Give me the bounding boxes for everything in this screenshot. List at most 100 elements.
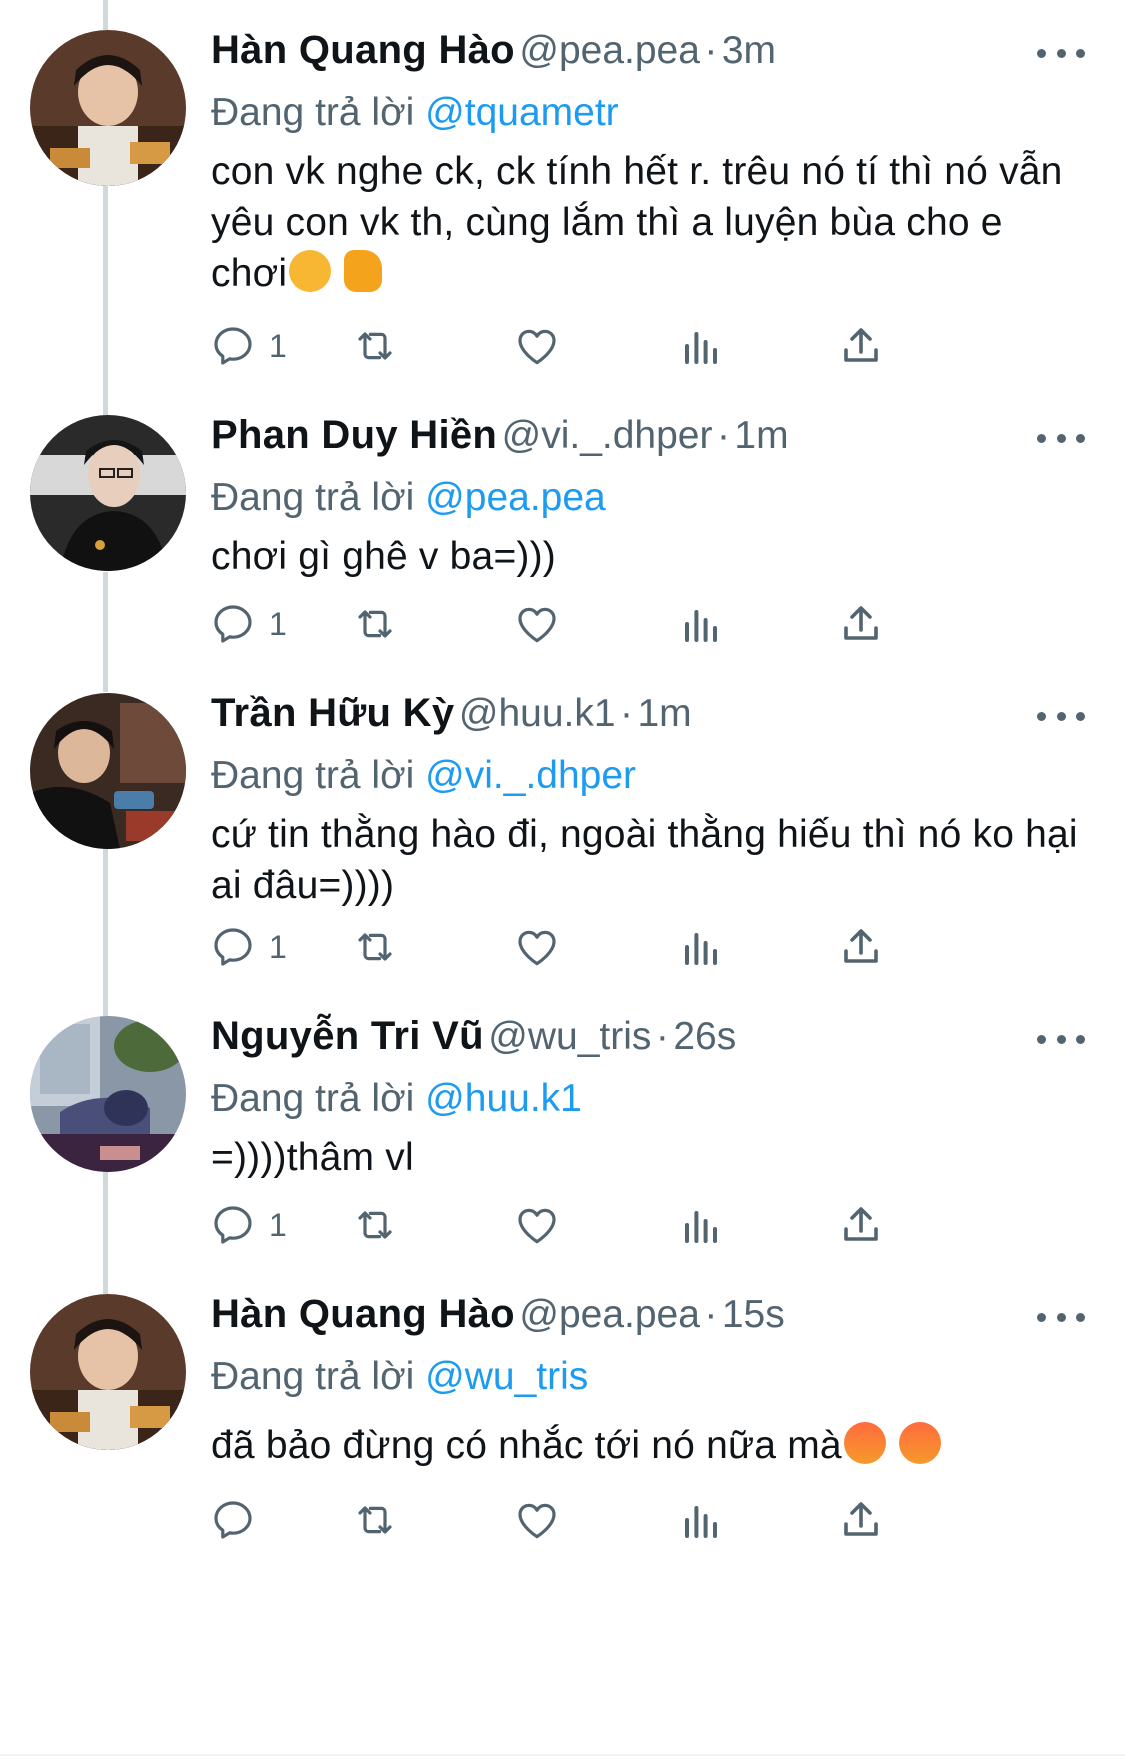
analytics-button[interactable] (677, 316, 725, 376)
like-button[interactable] (513, 917, 561, 977)
reply-button[interactable]: 1 (209, 316, 287, 376)
share-button[interactable] (837, 594, 885, 654)
analytics-icon (685, 610, 717, 642)
like-button[interactable] (513, 1195, 561, 1255)
retweet-button[interactable] (351, 917, 399, 977)
share-icon (844, 606, 878, 640)
retweet-icon (358, 610, 392, 638)
display-name[interactable]: Hàn Quang Hào (211, 28, 515, 72)
mention-link[interactable]: @vi._.dhper (425, 754, 636, 797)
like-icon (518, 930, 556, 966)
mention-link[interactable]: @pea.pea (425, 476, 606, 519)
share-button[interactable] (837, 316, 885, 376)
separator: · (704, 29, 718, 72)
display-name[interactable]: Phan Duy Hiền (211, 413, 497, 457)
tweet-text-content: con vk nghe ck, ck tính hết r. trêu nó t… (211, 150, 1063, 295)
separator: · (655, 1015, 669, 1058)
reply-button[interactable]: 1 (209, 594, 287, 654)
avatar[interactable] (30, 415, 186, 571)
reply-prefix: Đang trả lời (211, 91, 415, 134)
separator: · (716, 414, 730, 457)
share-icon (844, 328, 878, 362)
tweet-text: cứ tin thằng hào đi, ngoài thằng hiếu th… (211, 813, 1078, 907)
analytics-button[interactable] (677, 1490, 725, 1550)
mention-link[interactable]: @wu_tris (425, 1355, 588, 1398)
share-button[interactable] (837, 1490, 885, 1550)
like-icon (518, 1503, 556, 1539)
more-icon[interactable] (1037, 1302, 1085, 1332)
user-handle[interactable]: @huu.k1 (459, 692, 616, 735)
avatar[interactable] (30, 1294, 186, 1450)
like-icon (518, 607, 556, 643)
reply-icon (214, 327, 252, 365)
reply-context: Đang trả lời @huu.k1 (211, 1072, 1085, 1126)
share-icon (844, 1502, 878, 1536)
thread-line (103, 572, 108, 692)
avatar[interactable] (30, 693, 186, 849)
avatar-image (30, 415, 186, 571)
user-handle[interactable]: @pea.pea (519, 1293, 700, 1336)
mention-link[interactable]: @huu.k1 (425, 1077, 582, 1120)
share-button[interactable] (837, 917, 885, 977)
more-icon[interactable] (1037, 1024, 1085, 1054)
timestamp[interactable]: 1m (637, 692, 691, 735)
analytics-icon (685, 332, 717, 364)
reply-count: 1 (269, 928, 287, 965)
user-handle[interactable]: @pea.pea (519, 29, 700, 72)
timestamp[interactable]: 1m (734, 414, 788, 457)
more-icon[interactable] (1037, 423, 1085, 453)
tweet-text: chơi gì ghê v ba=))) (211, 535, 556, 578)
like-button[interactable] (513, 316, 561, 376)
user-handle[interactable]: @wu_tris (488, 1015, 651, 1058)
like-icon (518, 329, 556, 365)
analytics-icon (685, 933, 717, 965)
user-handle[interactable]: @vi._.dhper (502, 414, 713, 457)
more-icon[interactable] (1037, 701, 1085, 731)
more-icon[interactable] (1037, 38, 1085, 68)
timestamp[interactable]: 26s (673, 1015, 736, 1058)
tweet-text: đã bảo đừng có nhắc tới nó nữa mà (211, 1420, 1085, 1471)
reply-button[interactable] (209, 1490, 269, 1550)
display-name[interactable]: Nguyễn Tri Vũ (211, 1014, 484, 1058)
analytics-button[interactable] (677, 594, 725, 654)
display-name[interactable]: Hàn Quang Hào (211, 1292, 515, 1336)
like-button[interactable] (513, 1490, 561, 1550)
display-name[interactable]: Trần Hữu Kỳ (211, 691, 454, 735)
avatar-image (30, 30, 186, 186)
share-button[interactable] (837, 1195, 885, 1255)
timestamp[interactable]: 3m (722, 29, 776, 72)
reply-icon (214, 1501, 252, 1539)
angry-face-icon (843, 1422, 886, 1464)
retweet-button[interactable] (351, 316, 399, 376)
retweet-button[interactable] (351, 594, 399, 654)
reply-prefix: Đang trả lời (211, 476, 415, 519)
reply-prefix: Đang trả lời (211, 1077, 415, 1120)
reply-button[interactable]: 1 (209, 917, 287, 977)
reply-icon (214, 928, 252, 966)
angry-face-icon (898, 1422, 941, 1464)
analytics-button[interactable] (677, 917, 725, 977)
reply-context: Đang trả lời @wu_tris (211, 1350, 1085, 1404)
reply-count: 1 (269, 605, 287, 642)
analytics-button[interactable] (677, 1195, 725, 1255)
thread-line (103, 848, 108, 1016)
avatar[interactable] (30, 1016, 186, 1172)
reply-count: 1 (269, 1206, 287, 1243)
retweet-icon (358, 332, 392, 360)
reply-button[interactable]: 1 (209, 1195, 287, 1255)
separator: · (620, 692, 634, 735)
thread-line (103, 0, 108, 30)
share-icon (844, 929, 878, 963)
thread-line (103, 186, 108, 416)
reply-context: Đang trả lời @pea.pea (211, 471, 1085, 525)
timestamp[interactable]: 15s (722, 1293, 785, 1336)
retweet-button[interactable] (351, 1490, 399, 1550)
action-bar (211, 1490, 1031, 1550)
retweet-button[interactable] (351, 1195, 399, 1255)
reply-icon (214, 605, 252, 643)
like-button[interactable] (513, 594, 561, 654)
mention-link[interactable]: @tquametr (425, 91, 619, 134)
avatar[interactable] (30, 30, 186, 186)
tweet-text: con vk nghe ck, ck tính hết r. trêu nó t… (211, 146, 1085, 299)
avatar-image (30, 1016, 186, 1172)
